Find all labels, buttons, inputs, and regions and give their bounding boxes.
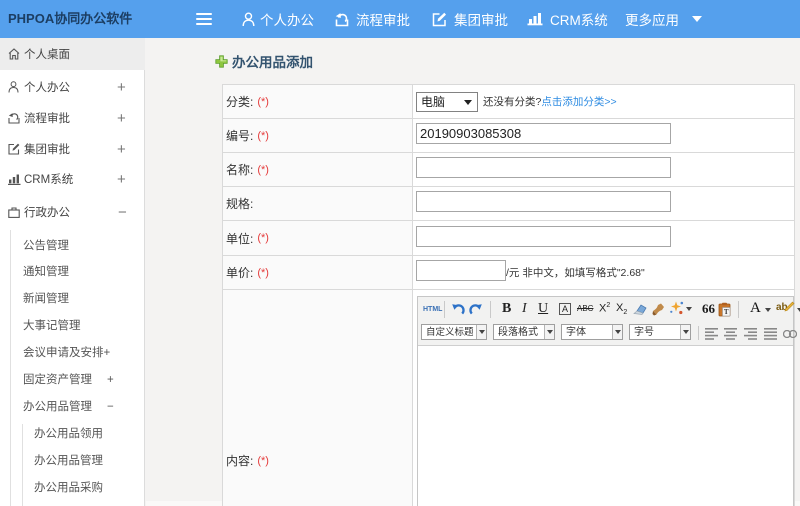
svg-text:T: T bbox=[724, 308, 729, 316]
